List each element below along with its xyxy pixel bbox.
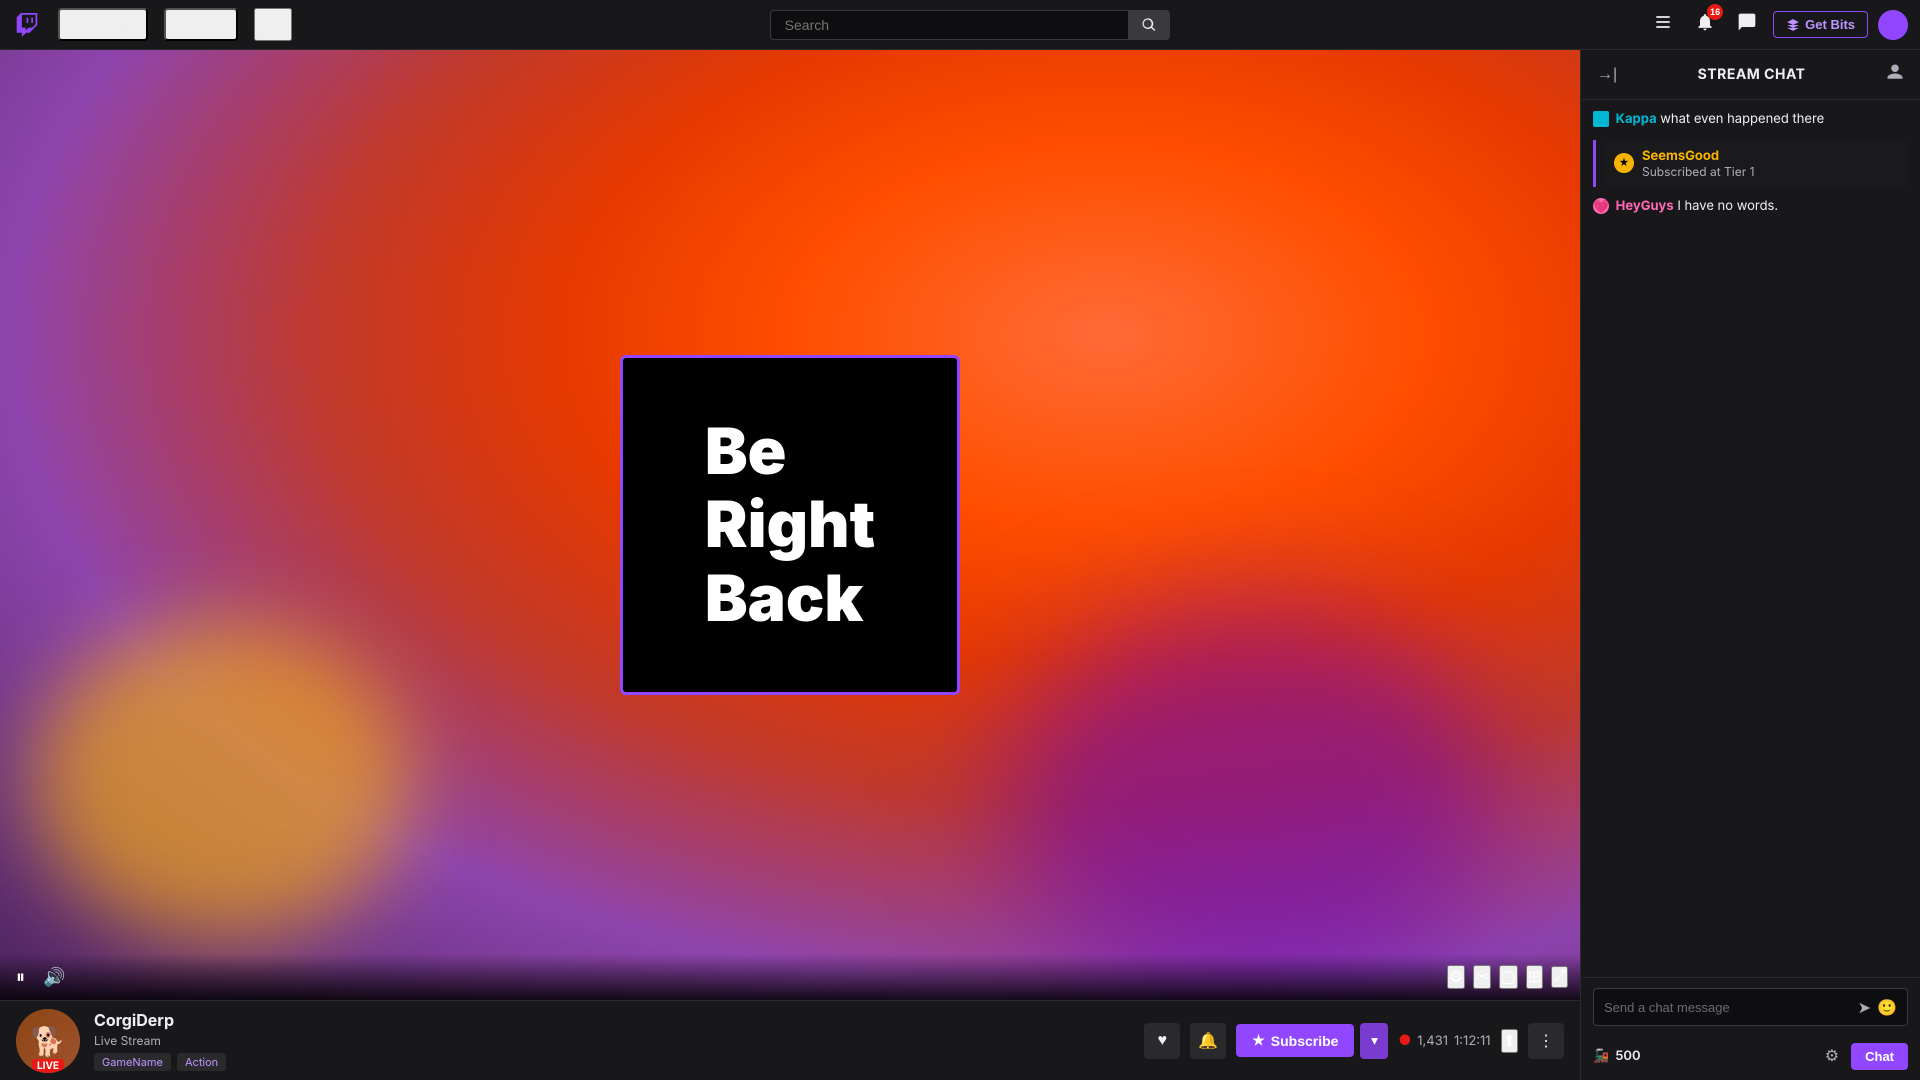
kappa-badge <box>1593 111 1609 127</box>
chat-input-box: ➤ 🙂 <box>1593 988 1908 1026</box>
main-content: BeRightBack ⏸ 🔊 ⚙ ✂ ▢ ⊞ ⤢ 🐕 L <box>0 50 1920 1080</box>
subscribe-label: Subscribe <box>1271 1033 1339 1049</box>
volume-button[interactable]: 🔊 <box>39 963 69 992</box>
channel-subtitle: Live Stream <box>94 1033 226 1048</box>
fullscreen-button[interactable]: ⤢ <box>1551 966 1568 988</box>
brb-text: BeRightBack <box>685 395 895 656</box>
settings-button[interactable]: ⚙ <box>1447 965 1465 989</box>
channel-bar: 🐕 LIVE CorgiDerp Live Stream GameName Ac… <box>0 1000 1580 1080</box>
chat-input-area: ➤ 🙂 <box>1581 977 1920 1036</box>
channel-avatar[interactable]: 🐕 LIVE <box>16 1009 80 1073</box>
chat-footer: 🚂 500 ⚙ Chat <box>1581 1036 1920 1080</box>
sub-username[interactable]: SeemsGood <box>1642 148 1754 164</box>
top-navigation: Following Browse ··· 16 Get Bits <box>0 0 1920 50</box>
bg-blob-1 <box>32 620 412 940</box>
sub-star-icon: ★ <box>1614 153 1634 173</box>
nav-right-actions: 16 Get Bits <box>1647 6 1908 43</box>
pause-button[interactable]: ⏸ <box>12 963 29 992</box>
search-area <box>308 10 1631 40</box>
chat-username[interactable]: Kappa <box>1616 111 1657 127</box>
chat-panel: →| STREAM CHAT Kappa what even happened … <box>1580 50 1920 1080</box>
hype-icon: 🚂 <box>1593 1048 1609 1064</box>
chat-message-text: what even happened there <box>1657 111 1825 127</box>
share-button[interactable]: ⬆ <box>1501 1029 1518 1053</box>
video-background: BeRightBack <box>0 50 1580 1000</box>
clip-button[interactable]: ✂ <box>1473 965 1490 989</box>
crop-button[interactable]: ▢ <box>1499 965 1518 989</box>
video-column: BeRightBack ⏸ 🔊 ⚙ ✂ ▢ ⊞ ⤢ 🐕 L <box>0 50 1580 1080</box>
browse-link[interactable]: Browse <box>164 8 238 41</box>
get-bits-label: Get Bits <box>1805 17 1855 32</box>
multiview-button[interactable]: ⊞ <box>1526 965 1543 989</box>
viewer-count: 1,431 <box>1417 1033 1448 1049</box>
chat-message: 💗 HeyGuys I have no words. <box>1593 197 1908 217</box>
channel-more-button[interactable]: ⋮ <box>1528 1023 1564 1059</box>
video-player[interactable]: BeRightBack ⏸ 🔊 ⚙ ✂ ▢ ⊞ ⤢ <box>0 50 1580 1000</box>
video-controls: ⏸ 🔊 ⚙ ✂ ▢ ⊞ ⤢ <box>0 954 1580 1000</box>
chat-header: →| STREAM CHAT <box>1581 50 1920 100</box>
channel-actions: ♥ 🔔 ★ Subscribe ▾ ● 1,431 1:12:11 ⬆ ⋮ <box>1144 1023 1564 1059</box>
following-link[interactable]: Following <box>58 8 148 41</box>
subscribe-button[interactable]: ★ Subscribe <box>1236 1024 1354 1057</box>
bell-button[interactable]: 🔔 <box>1190 1023 1226 1059</box>
emote-icon[interactable]: 🙂 <box>1877 997 1897 1017</box>
heyguys-badge: 💗 <box>1593 198 1609 214</box>
heart-button[interactable]: ♥ <box>1144 1023 1180 1059</box>
twitch-logo[interactable] <box>12 10 42 40</box>
more-menu-button[interactable]: ··· <box>254 8 292 41</box>
game-tag[interactable]: GameName <box>94 1053 171 1071</box>
category-tag[interactable]: Action <box>177 1053 226 1071</box>
brb-overlay: BeRightBack <box>620 355 960 695</box>
chat-send-button[interactable]: Chat <box>1851 1043 1908 1070</box>
chat-settings-button[interactable]: ⚙ <box>1821 1042 1843 1070</box>
chat-message-text: I have no words. <box>1674 198 1778 214</box>
viewer-dot: ● <box>1398 1032 1411 1049</box>
chat-icon-button[interactable] <box>1731 6 1763 43</box>
chat-sub-wrapper: ★ SeemsGood Subscribed at Tier 1 <box>1593 140 1908 187</box>
chat-sub-message: ★ SeemsGood Subscribed at Tier 1 <box>1604 140 1908 187</box>
hype-train: 🚂 500 <box>1593 1048 1813 1064</box>
channel-name[interactable]: CorgiDerp <box>94 1010 226 1030</box>
channel-tags: GameName Action <box>94 1053 226 1071</box>
chat-user-button[interactable] <box>1882 59 1908 90</box>
chat-collapse-button[interactable]: →| <box>1593 62 1621 88</box>
sub-details: SeemsGood Subscribed at Tier 1 <box>1642 148 1754 179</box>
chat-username[interactable]: HeyGuys <box>1616 198 1674 214</box>
hype-count: 500 <box>1615 1048 1640 1064</box>
get-bits-button[interactable]: Get Bits <box>1773 11 1868 38</box>
treasury-button[interactable] <box>1647 6 1679 43</box>
send-arrow-icon[interactable]: ➤ <box>1858 997 1871 1017</box>
subscribe-dropdown-button[interactable]: ▾ <box>1360 1023 1388 1059</box>
notifications-button[interactable]: 16 <box>1689 6 1721 43</box>
viewer-info: ● 1,431 1:12:11 <box>1398 1032 1490 1049</box>
user-avatar[interactable] <box>1878 10 1908 40</box>
channel-info: CorgiDerp Live Stream GameName Action <box>94 1010 226 1071</box>
chat-input[interactable] <box>1604 1000 1852 1015</box>
search-bar <box>770 10 1170 40</box>
search-input[interactable] <box>770 10 1128 40</box>
search-button[interactable] <box>1128 10 1170 40</box>
chat-title: STREAM CHAT <box>1629 66 1874 83</box>
star-icon: ★ <box>1252 1032 1265 1049</box>
chat-message: Kappa what even happened there <box>1593 110 1908 130</box>
live-badge: LIVE <box>32 1059 64 1073</box>
chat-messages: Kappa what even happened there ★ SeemsGo… <box>1581 100 1920 977</box>
sub-description: Subscribed at Tier 1 <box>1642 164 1754 179</box>
bg-blob-2 <box>1001 600 1501 1000</box>
stream-duration: 1:12:11 <box>1454 1033 1491 1049</box>
right-controls: ⚙ ✂ ▢ ⊞ ⤢ <box>1447 965 1568 989</box>
notification-badge: 16 <box>1707 4 1723 20</box>
